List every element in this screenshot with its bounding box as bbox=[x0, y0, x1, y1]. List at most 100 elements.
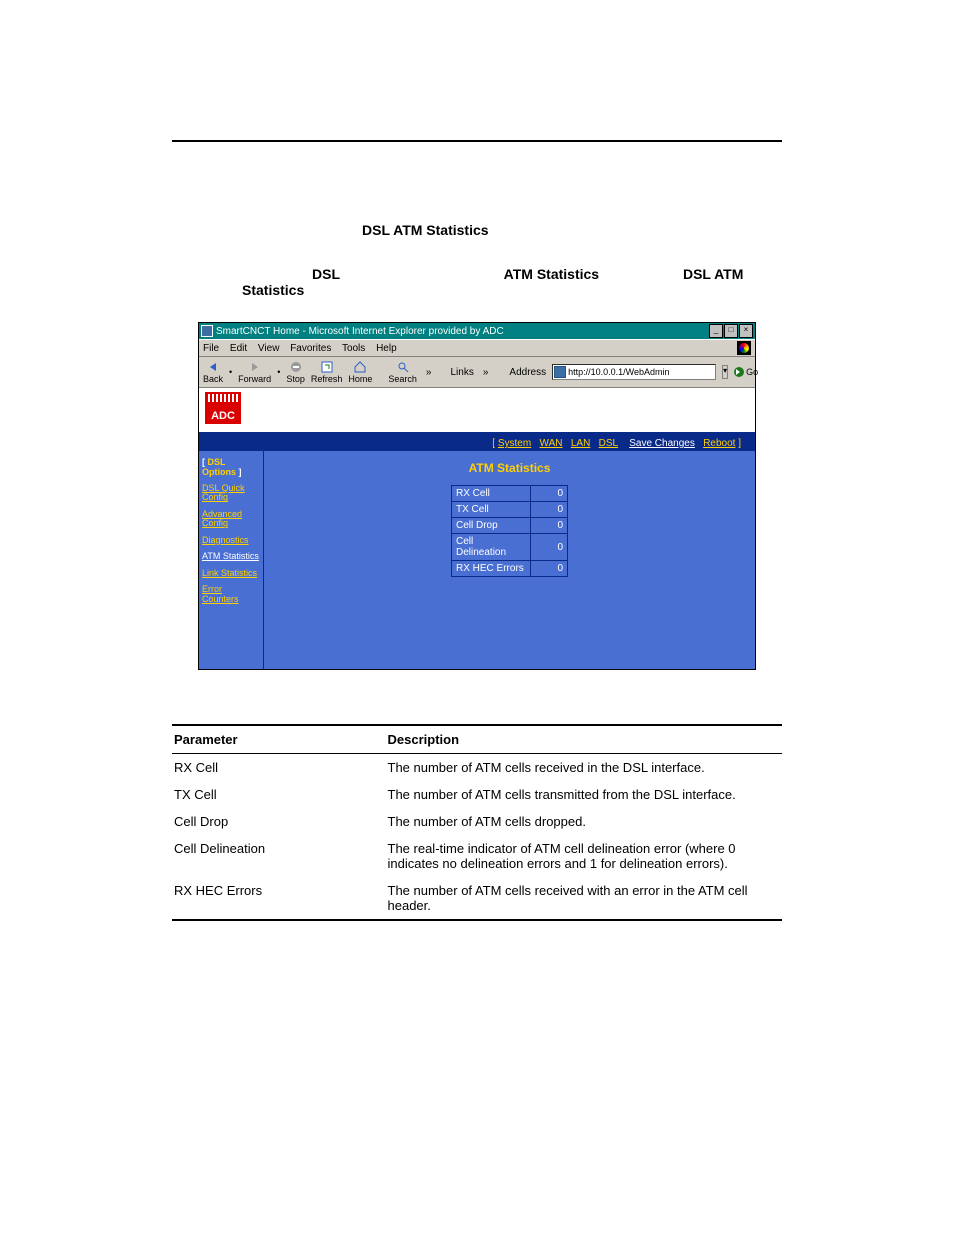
desc-cell: The number of ATM cells transmitted from… bbox=[386, 781, 783, 808]
desc-cell: The number of ATM cells received in the … bbox=[386, 754, 783, 782]
links-label: Links bbox=[450, 367, 473, 378]
maximize-button[interactable]: □ bbox=[724, 324, 738, 338]
col-description: Description bbox=[386, 725, 783, 754]
ie-title-text: SmartCNCT Home - Microsoft Internet Expl… bbox=[216, 326, 504, 337]
panel-title: ATM Statistics bbox=[469, 461, 551, 475]
address-dropdown[interactable]: ▾ bbox=[722, 365, 728, 379]
ie-menubar: File Edit View Favorites Tools Help bbox=[199, 339, 755, 357]
back-label: Back bbox=[203, 374, 223, 384]
top-divider bbox=[172, 140, 782, 142]
forward-arrow-icon bbox=[248, 360, 262, 374]
desc-cell: The real-time indicator of ATM cell deli… bbox=[386, 835, 783, 877]
desc-cell: The number of ATM cells received with an… bbox=[386, 877, 783, 920]
ie-window: SmartCNCT Home - Microsoft Internet Expl… bbox=[198, 322, 756, 670]
address-value: http://10.0.0.1/WebAdmin bbox=[568, 367, 669, 377]
menu-view[interactable]: View bbox=[258, 343, 280, 354]
refresh-button[interactable]: Refresh bbox=[311, 360, 343, 384]
forward-label: Forward bbox=[238, 374, 271, 384]
ie-titlebar: SmartCNCT Home - Microsoft Internet Expl… bbox=[199, 323, 755, 339]
nav-reboot[interactable]: Reboot bbox=[703, 438, 735, 449]
param-cell: TX Cell bbox=[172, 781, 386, 808]
nav-bracket-close: ] bbox=[738, 438, 741, 449]
links-overflow[interactable]: » bbox=[480, 367, 492, 378]
adc-bar: ADC bbox=[199, 388, 755, 436]
go-button[interactable]: Go bbox=[734, 367, 758, 377]
section-title: DSL ATM Statistics bbox=[362, 222, 782, 238]
table-row: Cell Drop The number of ATM cells droppe… bbox=[172, 808, 782, 835]
forward-button[interactable]: Forward bbox=[238, 360, 271, 384]
back-button[interactable]: Back bbox=[203, 360, 223, 384]
nav-system[interactable]: System bbox=[498, 438, 531, 449]
sidebar-dsl-quick-config[interactable]: DSL Quick Config bbox=[202, 484, 260, 503]
col-parameter: Parameter bbox=[172, 725, 386, 754]
table-row: Cell Delineation The real-time indicator… bbox=[172, 835, 782, 877]
nav-dsl[interactable]: DSL bbox=[599, 438, 618, 449]
nav-save-changes[interactable]: Save Changes bbox=[629, 438, 695, 449]
stat-label: Cell Drop bbox=[452, 518, 531, 534]
stat-value: 0 bbox=[531, 534, 568, 561]
param-cell: RX Cell bbox=[172, 754, 386, 782]
toolbar-overflow[interactable]: » bbox=[423, 367, 435, 378]
menu-favorites[interactable]: Favorites bbox=[290, 343, 331, 354]
param-cell: Cell Drop bbox=[172, 808, 386, 835]
sidebar-error-counters[interactable]: Error Counters bbox=[202, 585, 260, 604]
close-button[interactable]: × bbox=[739, 324, 753, 338]
home-icon bbox=[353, 360, 367, 374]
table-row: RX HEC Errors The number of ATM cells re… bbox=[172, 877, 782, 920]
home-label: Home bbox=[348, 374, 372, 384]
sidebar: [ DSL Options ] DSL Quick Config Advance… bbox=[199, 451, 264, 669]
sidebar-link-statistics[interactable]: Link Statistics bbox=[202, 569, 260, 578]
intro-atm: ATM Statistics bbox=[504, 266, 599, 282]
search-icon bbox=[396, 360, 410, 374]
stat-row: Cell Delineation 0 bbox=[452, 534, 568, 561]
go-label: Go bbox=[746, 367, 758, 377]
main-panel: ATM Statistics RX Cell 0 TX Cell 0 Cell … bbox=[264, 451, 755, 669]
page-icon bbox=[554, 366, 566, 378]
sidebar-diagnostics[interactable]: Diagnostics bbox=[202, 536, 260, 545]
desc-cell: The number of ATM cells dropped. bbox=[386, 808, 783, 835]
adc-logo: ADC bbox=[205, 392, 241, 424]
stop-icon bbox=[289, 360, 303, 374]
search-label: Search bbox=[388, 374, 417, 384]
param-cell: Cell Delineation bbox=[172, 835, 386, 877]
table-row: RX Cell The number of ATM cells received… bbox=[172, 754, 782, 782]
stat-row: Cell Drop 0 bbox=[452, 518, 568, 534]
minimize-button[interactable]: _ bbox=[709, 324, 723, 338]
menu-file[interactable]: File bbox=[203, 343, 219, 354]
ie-throbber-icon bbox=[737, 341, 751, 355]
ie-client-area: ADC [ System WAN LAN DSL Save Changes Re… bbox=[199, 388, 755, 669]
sidebar-atm-statistics[interactable]: ATM Statistics bbox=[202, 552, 260, 561]
stat-row: RX HEC Errors 0 bbox=[452, 561, 568, 577]
sidebar-header: [ DSL Options ] bbox=[202, 457, 260, 477]
menu-edit[interactable]: Edit bbox=[230, 343, 247, 354]
nav-lan[interactable]: LAN bbox=[571, 438, 590, 449]
ie-app-icon bbox=[201, 325, 213, 337]
client-body: [ DSL Options ] DSL Quick Config Advance… bbox=[199, 451, 755, 669]
ie-toolbar: Back • Forward • Stop Refresh bbox=[199, 357, 755, 388]
stop-label: Stop bbox=[286, 374, 305, 384]
refresh-label: Refresh bbox=[311, 374, 343, 384]
top-nav: [ System WAN LAN DSL Save Changes Reboot… bbox=[199, 436, 755, 451]
address-input[interactable]: http://10.0.0.1/WebAdmin bbox=[552, 364, 716, 380]
refresh-icon bbox=[320, 360, 334, 374]
intro-row: DSL ATM Statistics DSL ATM Statistics bbox=[242, 266, 782, 298]
stat-value: 0 bbox=[531, 561, 568, 577]
stat-value: 0 bbox=[531, 518, 568, 534]
nav-wan[interactable]: WAN bbox=[540, 438, 563, 449]
stat-label: RX Cell bbox=[452, 486, 531, 502]
parameter-table: Parameter Description RX Cell The number… bbox=[172, 724, 782, 921]
stop-button[interactable]: Stop bbox=[286, 360, 305, 384]
menu-tools[interactable]: Tools bbox=[342, 343, 365, 354]
param-cell: RX HEC Errors bbox=[172, 877, 386, 920]
home-button[interactable]: Home bbox=[348, 360, 372, 384]
page: DSL ATM Statistics DSL ATM Statistics DS… bbox=[0, 0, 954, 1235]
stat-value: 0 bbox=[531, 502, 568, 518]
sidebar-advanced-config[interactable]: Advanced Config bbox=[202, 510, 260, 529]
stat-value: 0 bbox=[531, 486, 568, 502]
stat-table: RX Cell 0 TX Cell 0 Cell Drop 0 Cell D bbox=[451, 485, 568, 577]
search-button[interactable]: Search bbox=[388, 360, 417, 384]
stat-row: TX Cell 0 bbox=[452, 502, 568, 518]
menu-help[interactable]: Help bbox=[376, 343, 397, 354]
table-row: TX Cell The number of ATM cells transmit… bbox=[172, 781, 782, 808]
stat-label: TX Cell bbox=[452, 502, 531, 518]
